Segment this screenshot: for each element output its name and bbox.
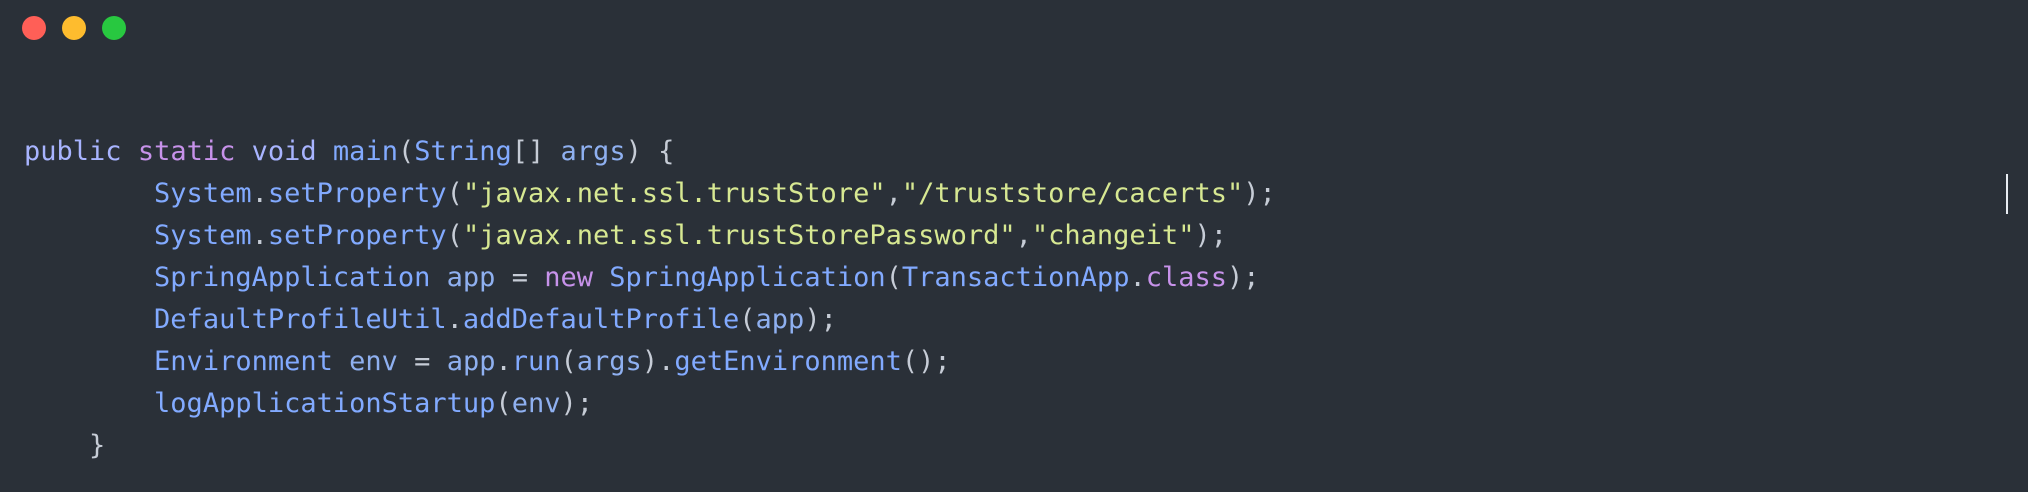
code-line: } <box>24 425 1276 467</box>
code-token: = <box>495 262 545 293</box>
code-token: setProperty <box>267 178 447 209</box>
code-token: ); <box>560 388 593 419</box>
code-token: SpringApplication <box>154 262 431 293</box>
code-token: app <box>446 346 496 377</box>
code-token: = <box>397 346 447 377</box>
code-token: env <box>349 346 398 377</box>
close-button[interactable] <box>22 16 46 40</box>
code-line: public static void main(String[] args) { <box>24 131 1276 173</box>
code-token: (); <box>901 346 951 377</box>
code-token: getEnvironment <box>674 346 902 377</box>
code-line: SpringApplication app = new SpringApplic… <box>24 257 1276 299</box>
code-token: String <box>414 136 512 167</box>
code-token: run <box>511 346 561 377</box>
code-token: "javax.net.ssl.trustStorePassword" <box>462 220 1016 251</box>
code-token: ) { <box>625 136 675 167</box>
code-token: ); <box>1243 178 1276 209</box>
code-token: . <box>1129 262 1146 293</box>
code-token: env <box>511 388 561 419</box>
code-token: , <box>885 178 902 209</box>
code-token: } <box>89 430 106 461</box>
code-token: void <box>251 136 317 167</box>
code-token: main <box>332 136 398 167</box>
code-token: ( <box>495 388 512 419</box>
code-token: ); <box>804 304 837 335</box>
code-token: setProperty <box>267 220 447 251</box>
maximize-button[interactable] <box>102 16 126 40</box>
code-token: logApplicationStartup <box>154 388 496 419</box>
code-line: DefaultProfileUtil.addDefaultProfile(app… <box>24 299 1276 341</box>
code-token: public <box>24 136 122 167</box>
code-line: System.setProperty("javax.net.ssl.trustS… <box>24 173 1276 215</box>
code-token: . <box>251 220 268 251</box>
code-token: app <box>755 304 805 335</box>
code-token: [] <box>511 136 561 167</box>
code-token: new <box>544 262 593 293</box>
code-token: TransactionApp <box>901 262 1130 293</box>
code-token: . <box>495 346 512 377</box>
code-token: ( <box>446 220 463 251</box>
code-token: ); <box>1194 220 1227 251</box>
code-window: public static void main(String[] args) {… <box>0 0 2028 492</box>
code-line: Environment env = app.run(args).getEnvir… <box>24 341 1276 383</box>
text-caret <box>2006 174 2008 214</box>
code-token: addDefaultProfile <box>462 304 740 335</box>
code-token: System <box>154 220 252 251</box>
code-token: "javax.net.ssl.trustStore" <box>462 178 886 209</box>
code-token: ( <box>446 178 463 209</box>
code-line: logApplicationStartup(env); <box>24 383 1276 425</box>
code-editor[interactable]: public static void main(String[] args) {… <box>24 131 1276 467</box>
code-token: app <box>446 262 496 293</box>
code-token: ). <box>641 346 675 377</box>
code-token: . <box>251 178 268 209</box>
code-token: args <box>560 136 626 167</box>
code-token: SpringApplication <box>609 262 886 293</box>
code-token: args <box>576 346 642 377</box>
code-token: "/truststore/cacerts" <box>901 178 1244 209</box>
code-token: ( <box>739 304 756 335</box>
code-token: ); <box>1227 262 1260 293</box>
code-token: ( <box>885 262 902 293</box>
code-token: Environment <box>154 346 333 377</box>
code-token: "changeit" <box>1031 220 1195 251</box>
code-token: . <box>446 304 463 335</box>
code-line: System.setProperty("javax.net.ssl.trustS… <box>24 215 1276 257</box>
code-token: class <box>1145 262 1227 293</box>
code-token: static <box>137 136 236 167</box>
code-token: ( <box>560 346 577 377</box>
code-token: System <box>154 178 252 209</box>
code-token: , <box>1015 220 1032 251</box>
code-token: ( <box>397 136 415 167</box>
code-token: DefaultProfileUtil <box>154 304 447 335</box>
minimize-button[interactable] <box>62 16 86 40</box>
